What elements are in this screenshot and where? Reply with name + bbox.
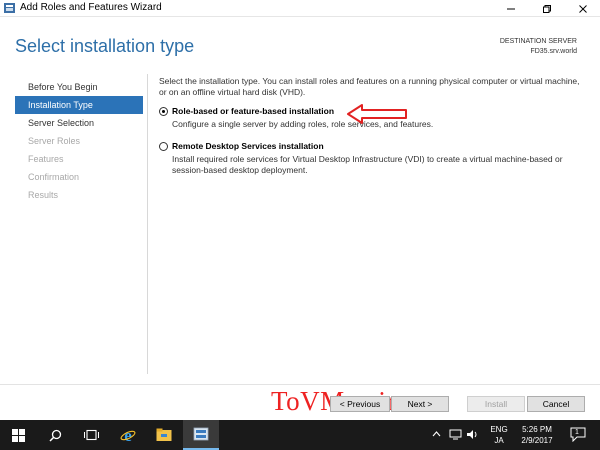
- remote-desktop-radio[interactable]: [159, 142, 168, 151]
- cancel-button[interactable]: Cancel: [527, 396, 585, 412]
- language-ja: JA: [494, 436, 504, 445]
- title-bar: Add Roles and Features Wizard: [0, 0, 600, 17]
- destination-server-info: DESTINATION SERVER FD35.srv.world: [500, 37, 577, 57]
- close-button[interactable]: [566, 0, 600, 17]
- option-remote-desktop[interactable]: Remote Desktop Services installation Ins…: [159, 141, 589, 176]
- server-manager-app-icon: [4, 3, 15, 13]
- remote-desktop-description: Install required role services for Virtu…: [172, 154, 563, 175]
- task-view-button[interactable]: [73, 420, 109, 450]
- red-arrow-annotation-icon: [347, 104, 407, 124]
- restore-icon: [543, 4, 551, 13]
- page-title: Select installation type: [15, 36, 195, 56]
- search-button[interactable]: [37, 420, 73, 450]
- destination-label: DESTINATION SERVER: [499, 38, 577, 45]
- nav-item-server-roles: Server Roles: [28, 136, 81, 146]
- volume-icon[interactable]: [466, 429, 479, 440]
- remote-desktop-title[interactable]: Remote Desktop Services installation: [172, 141, 589, 152]
- previous-button[interactable]: < Previous: [330, 396, 390, 412]
- installation-type-description: Select the installation type. You can in…: [159, 76, 580, 97]
- close-icon: [579, 4, 587, 13]
- file-explorer-button[interactable]: [146, 420, 182, 450]
- windows-start-icon: [11, 428, 25, 442]
- show-hidden-icons-chevron-up-icon[interactable]: [432, 431, 441, 437]
- clock[interactable]: 5:26 PM 2/9/2017: [517, 424, 557, 446]
- clock-time: 5:26 PM: [522, 425, 552, 434]
- server-manager-taskbar-button[interactable]: [183, 420, 219, 450]
- task-view-icon: [83, 429, 99, 441]
- input-language-indicator[interactable]: ENG JA: [489, 424, 509, 446]
- notification-count: 1: [575, 429, 579, 436]
- nav-item-results: Results: [28, 190, 59, 200]
- network-icon[interactable]: [449, 429, 462, 440]
- nav-divider: [147, 74, 148, 374]
- window-title: Add Roles and Features Wizard: [20, 2, 162, 13]
- language-eng: ENG: [490, 425, 508, 434]
- taskbar: e ENG JA 5:26 PM 2/9/2017 1: [0, 420, 600, 450]
- svg-text:e: e: [124, 427, 132, 443]
- main-content: Select the installation type. You can in…: [159, 76, 589, 176]
- server-manager-icon: [193, 427, 209, 441]
- nav-item-features: Features: [28, 154, 64, 164]
- install-button: Install: [467, 396, 525, 412]
- nav-item-server-selection[interactable]: Server Selection: [15, 114, 143, 132]
- clock-date: 2/9/2017: [521, 436, 553, 445]
- maximize-button[interactable]: [530, 0, 564, 17]
- minimize-icon: [507, 8, 515, 9]
- minimize-button[interactable]: [494, 0, 528, 17]
- internet-explorer-icon: e: [120, 427, 136, 443]
- file-explorer-icon: [156, 428, 172, 441]
- next-button[interactable]: Next >: [391, 396, 449, 412]
- role-based-radio[interactable]: [159, 107, 168, 116]
- action-center-button[interactable]: 1: [570, 427, 588, 443]
- nav-item-confirmation: Confirmation: [28, 172, 80, 182]
- wizard-nav: Before You Begin Installation Type Serve…: [15, 78, 143, 204]
- nav-item-before-you-begin[interactable]: Before You Begin: [15, 78, 143, 96]
- footer-divider: [0, 384, 600, 385]
- search-icon: [48, 429, 61, 442]
- internet-explorer-button[interactable]: e: [110, 420, 146, 450]
- start-button[interactable]: [0, 420, 36, 450]
- nav-item-installation-type[interactable]: Installation Type: [15, 96, 143, 114]
- destination-server-name: FD35.srv.world: [530, 48, 577, 55]
